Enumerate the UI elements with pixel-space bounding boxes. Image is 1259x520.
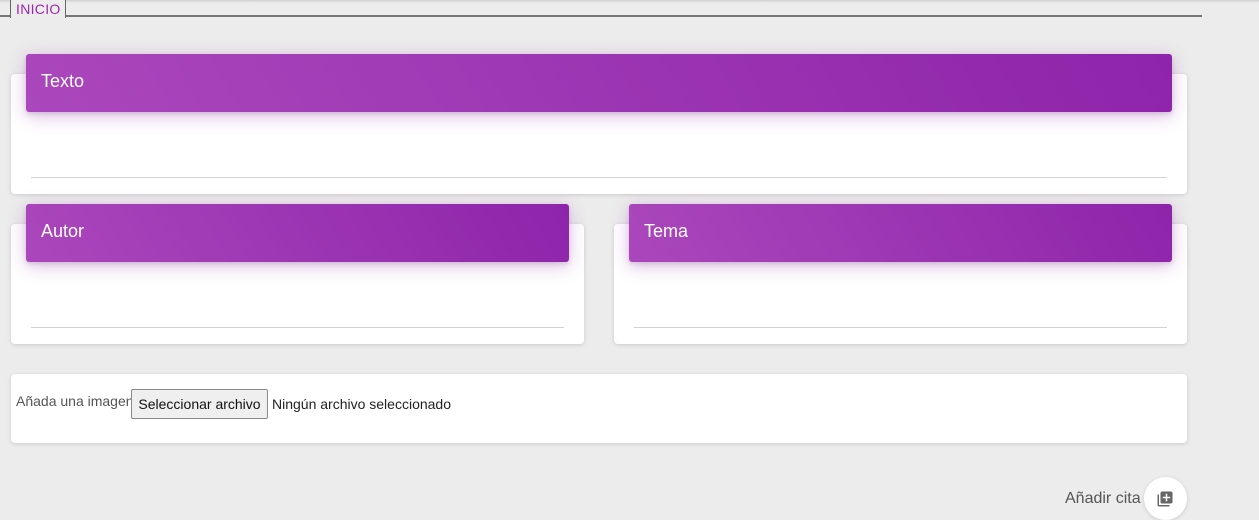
library-add-icon <box>1157 491 1173 507</box>
add-quote-button[interactable] <box>1144 477 1187 520</box>
tema-input[interactable] <box>634 300 1171 326</box>
add-quote-label[interactable]: Añadir cita <box>1065 490 1141 508</box>
tab-inicio[interactable]: INICIO <box>10 0 66 18</box>
texto-input[interactable] <box>31 150 1171 176</box>
tema-label: Tema <box>644 221 689 241</box>
tab-underline <box>0 15 1202 17</box>
tab-inicio-label: INICIO <box>16 1 61 17</box>
texto-card-header: Texto <box>26 54 1172 112</box>
tema-card-header: Tema <box>629 204 1172 262</box>
autor-input-underline <box>31 327 564 328</box>
autor-label: Autor <box>41 221 85 241</box>
texto-input-underline <box>31 177 1167 178</box>
top-shadow <box>0 0 1259 3</box>
image-upload-label: Añada una imagen <box>16 393 134 409</box>
file-status-text: Ningún archivo seleccionado <box>272 396 451 412</box>
autor-input[interactable] <box>31 300 568 326</box>
select-file-button[interactable]: Seleccionar archivo <box>131 389 268 419</box>
autor-card-header: Autor <box>26 204 569 262</box>
tema-input-underline <box>634 327 1167 328</box>
texto-label: Texto <box>41 71 85 91</box>
